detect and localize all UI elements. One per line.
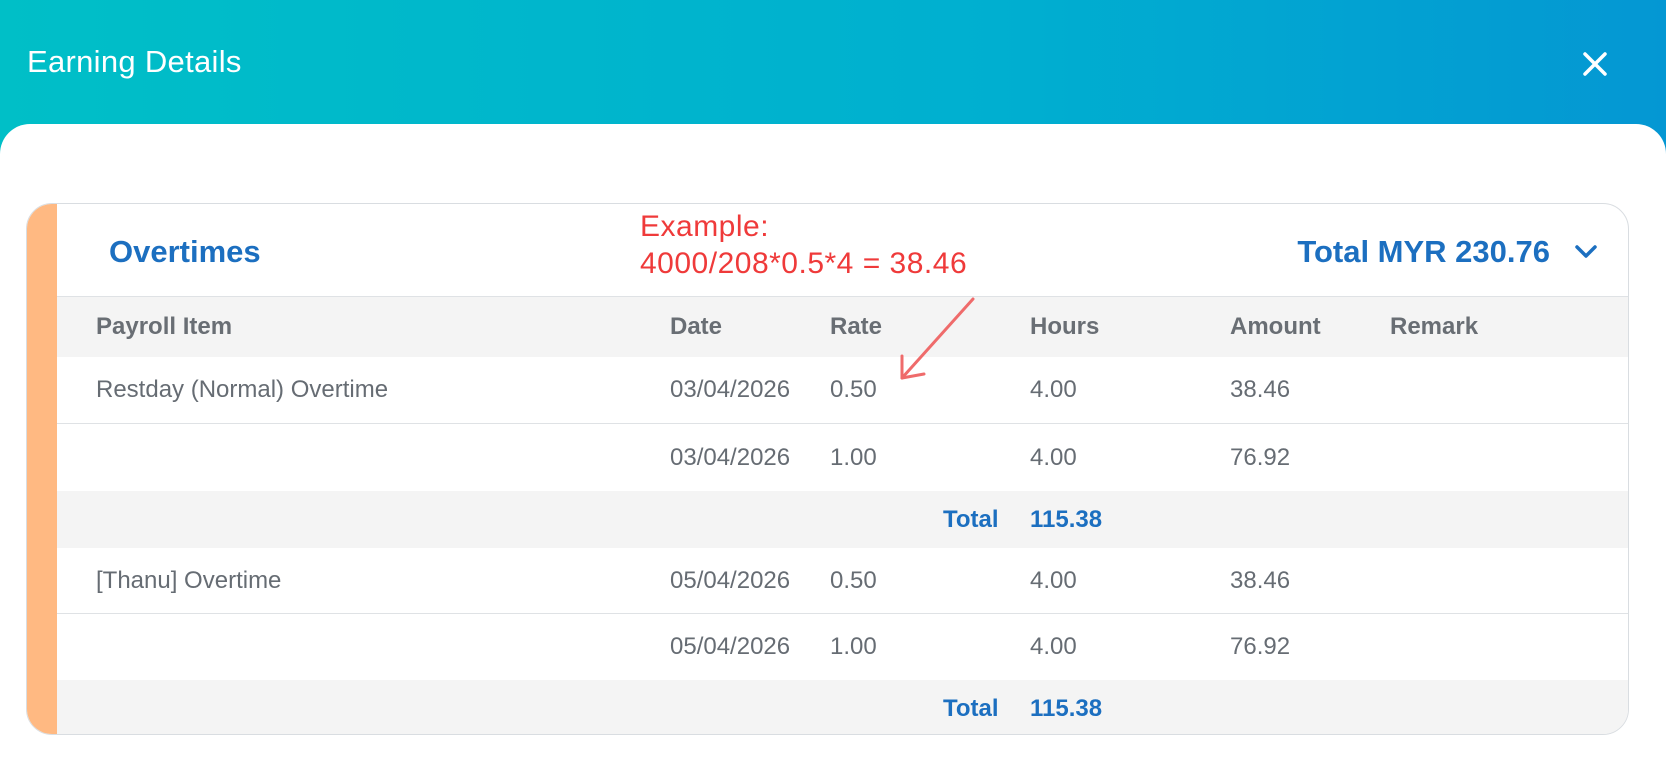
col-rate: Rate <box>830 313 883 340</box>
table-row: Restday (Normal) Overtime 03/04/2026 0.5… <box>57 357 1628 424</box>
col-payroll-item: Payroll Item <box>96 313 233 340</box>
annotation-note: Example: 4000/208*0.5*4 = 38.46 <box>640 208 967 282</box>
cell-item: Restday (Normal) Overtime <box>96 376 389 403</box>
cell-rate: 0.50 <box>830 566 877 594</box>
page-title: Earning Details <box>27 44 242 79</box>
cell-date: 03/04/2026 <box>670 376 791 403</box>
close-button[interactable] <box>1578 47 1612 81</box>
table-row: 03/04/2026 1.00 4.00 76.92 <box>57 424 1628 491</box>
cell-rate: 0.50 <box>830 376 877 403</box>
annotation-line-1: Example: <box>640 210 770 243</box>
subtotal-row: Total 115.38 <box>57 491 1628 548</box>
cell-date: 03/04/2026 <box>670 443 791 471</box>
cell-hours: 4.00 <box>1030 566 1077 594</box>
cell-amount: 38.46 <box>1230 566 1291 594</box>
arrow-icon <box>900 297 975 380</box>
cell-item: [Thanu] Overtime <box>96 566 282 594</box>
cell-hours: 4.00 <box>1030 443 1077 471</box>
expand-toggle[interactable] <box>1572 238 1600 266</box>
modal-header: Earning Details <box>0 0 1666 130</box>
col-amount: Amount <box>1230 313 1321 340</box>
cell-rate: 1.00 <box>830 633 877 660</box>
section-title: Overtimes <box>109 234 261 269</box>
overtimes-card: Overtimes Total MYR 230.76 Payroll Item … <box>26 203 1629 735</box>
chevron-down-icon <box>1575 245 1597 258</box>
annotation-line-2: 4000/208*0.5*4 = 38.46 <box>640 247 968 280</box>
subtotal-label: Total <box>943 505 999 533</box>
cell-amount: 76.92 <box>1230 443 1291 471</box>
cell-hours: 4.00 <box>1030 376 1077 403</box>
cell-hours: 4.00 <box>1030 633 1077 660</box>
cell-amount: 38.46 <box>1230 376 1291 403</box>
subtotal-value: 115.38 <box>1030 695 1103 722</box>
col-hours: Hours <box>1030 313 1100 340</box>
subtotal-row: Total 115.38 <box>57 680 1628 734</box>
accent-bar <box>27 204 57 734</box>
section-total: Total MYR 230.76 <box>1297 234 1550 269</box>
subtotal-label: Total <box>943 695 999 722</box>
table-row: [Thanu] Overtime 05/04/2026 0.50 4.00 38… <box>57 548 1628 614</box>
cell-date: 05/04/2026 <box>670 633 791 660</box>
cell-amount: 76.92 <box>1230 633 1291 660</box>
col-remark: Remark <box>1390 313 1479 340</box>
close-icon <box>1583 52 1607 76</box>
cell-rate: 1.00 <box>830 443 877 471</box>
table-row: 05/04/2026 1.00 4.00 76.92 <box>57 614 1628 680</box>
col-date: Date <box>670 313 723 340</box>
subtotal-value: 115.38 <box>1030 505 1103 533</box>
cell-date: 05/04/2026 <box>670 566 791 594</box>
table-header: Payroll Item Date Rate Hours Amount Rema… <box>57 297 1628 357</box>
